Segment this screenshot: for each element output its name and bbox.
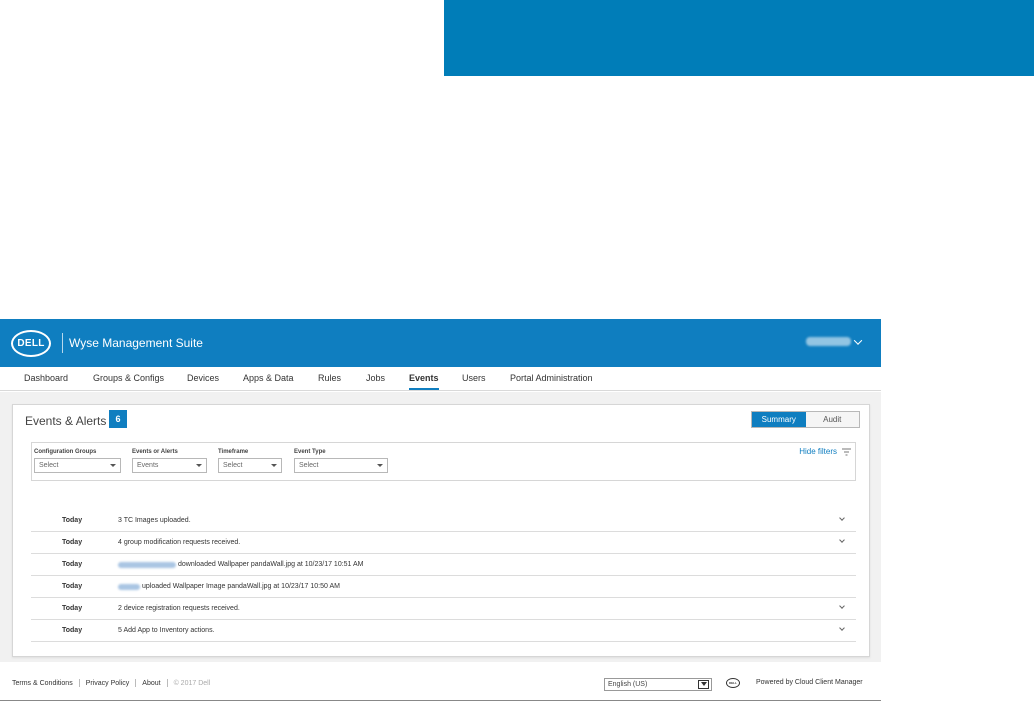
event-row[interactable]: Today 4 group modification requests rece… bbox=[31, 532, 856, 554]
event-message: uploaded Wallpaper Image pandaWall.jpg a… bbox=[142, 583, 340, 590]
chevron-down-icon[interactable] bbox=[839, 625, 845, 631]
hide-filters-label: Hide filters bbox=[799, 447, 837, 456]
event-message-wrap: uploaded Wallpaper Image pandaWall.jpg a… bbox=[118, 583, 340, 590]
footer: Terms & Conditions Privacy Policy About … bbox=[0, 674, 881, 701]
caret-down-icon bbox=[271, 464, 277, 467]
event-row: Today downloaded Wallpaper pandaWall.jpg… bbox=[31, 554, 856, 576]
view-toggle: Summary Audit bbox=[751, 411, 860, 428]
footer-separator bbox=[78, 679, 80, 687]
redacted-username bbox=[806, 337, 851, 346]
footer-links: Terms & Conditions Privacy Policy About … bbox=[12, 679, 210, 687]
filter-timeframe: Timeframe Select bbox=[218, 449, 282, 473]
nav-portal-administration[interactable]: Portal Administration bbox=[510, 373, 593, 390]
brand-divider bbox=[62, 333, 63, 353]
events-alerts-panel: Events & Alerts 6 Summary Audit Configur… bbox=[12, 404, 870, 657]
redacted-username bbox=[118, 583, 140, 590]
nav-jobs[interactable]: Jobs bbox=[366, 373, 385, 390]
nav-dashboard[interactable]: Dashboard bbox=[24, 373, 68, 390]
event-date: Today bbox=[62, 539, 83, 546]
copyright: © 2017 Dell bbox=[173, 679, 211, 687]
nav-events[interactable]: Events bbox=[409, 373, 439, 390]
event-type-select[interactable]: Select bbox=[294, 458, 388, 473]
audit-button[interactable]: Audit bbox=[805, 412, 859, 427]
event-message-wrap: downloaded Wallpaper pandaWall.jpg at 10… bbox=[118, 561, 364, 568]
event-message: 4 group modification requests received. bbox=[118, 539, 241, 546]
event-date: Today bbox=[62, 627, 83, 634]
chevron-down-icon[interactable] bbox=[839, 603, 845, 609]
terms-link[interactable]: Terms & Conditions bbox=[12, 680, 73, 687]
top-bar: DELL Wyse Management Suite bbox=[0, 319, 881, 367]
nav-rules[interactable]: Rules bbox=[318, 373, 341, 390]
filters-bar: Configuration Groups Select Events or Al… bbox=[31, 442, 856, 481]
event-date: Today bbox=[62, 605, 83, 612]
dropdown-arrow-icon bbox=[698, 680, 709, 689]
select-value: Select bbox=[223, 462, 243, 469]
powered-by-text: Powered by Cloud Client Manager bbox=[756, 679, 863, 686]
app-title: Wyse Management Suite bbox=[69, 336, 203, 350]
nav-devices[interactable]: Devices bbox=[187, 373, 219, 390]
chevron-down-icon[interactable] bbox=[839, 515, 845, 521]
filter-label: Timeframe bbox=[218, 449, 249, 455]
filter-icon bbox=[842, 448, 851, 455]
event-message: 2 device registration requests received. bbox=[118, 605, 240, 612]
filter-event-type: Event Type Select bbox=[294, 449, 388, 473]
caret-down-icon bbox=[110, 464, 116, 467]
event-row[interactable]: Today 5 Add App to Inventory actions. bbox=[31, 620, 856, 642]
main-nav: Dashboard Groups & Configs Devices Apps … bbox=[0, 367, 881, 391]
nav-groups-configs[interactable]: Groups & Configs bbox=[93, 373, 164, 390]
events-or-alerts-select[interactable]: Events bbox=[132, 458, 207, 473]
chevron-down-icon[interactable] bbox=[839, 537, 845, 543]
redacted-username bbox=[118, 561, 176, 568]
page-title: Events & Alerts bbox=[25, 414, 107, 428]
event-message: 5 Add App to Inventory actions. bbox=[118, 627, 215, 634]
language-select[interactable]: English (US) bbox=[604, 678, 712, 691]
filter-label: Events or Alerts bbox=[132, 449, 178, 455]
configuration-groups-select[interactable]: Select bbox=[34, 458, 121, 473]
nav-users[interactable]: Users bbox=[462, 373, 486, 390]
summary-button[interactable]: Summary bbox=[752, 412, 806, 427]
select-value: Select bbox=[299, 462, 319, 469]
privacy-link[interactable]: Privacy Policy bbox=[86, 680, 130, 687]
user-menu[interactable] bbox=[806, 335, 863, 346]
chevron-down-icon bbox=[853, 335, 863, 345]
filter-label: Configuration Groups bbox=[34, 449, 97, 455]
document-header-banner bbox=[444, 0, 1034, 76]
footer-separator bbox=[166, 679, 168, 687]
caret-down-icon bbox=[377, 464, 383, 467]
event-date: Today bbox=[62, 561, 83, 568]
dell-logo-small: DELL bbox=[726, 678, 740, 688]
select-value: Events bbox=[137, 462, 159, 469]
dell-logo: DELL bbox=[11, 330, 51, 357]
filter-label: Event Type bbox=[294, 449, 326, 455]
language-value: English (US) bbox=[608, 681, 648, 688]
about-link[interactable]: About bbox=[142, 680, 160, 687]
nav-apps-data[interactable]: Apps & Data bbox=[243, 373, 294, 390]
select-value: Select bbox=[39, 462, 59, 469]
event-count-badge: 6 bbox=[109, 410, 127, 428]
event-row: Today uploaded Wallpaper Image pandaWall… bbox=[31, 576, 856, 598]
event-message: downloaded Wallpaper pandaWall.jpg at 10… bbox=[178, 561, 364, 568]
timeframe-select[interactable]: Select bbox=[218, 458, 282, 473]
filter-events-or-alerts: Events or Alerts Events bbox=[132, 449, 207, 473]
event-row[interactable]: Today 2 device registration requests rec… bbox=[31, 598, 856, 620]
wyse-management-app: DELL Wyse Management Suite Dashboard Gro… bbox=[0, 319, 881, 701]
filter-configuration-groups: Configuration Groups Select bbox=[34, 449, 121, 473]
event-date: Today bbox=[62, 517, 83, 524]
caret-down-icon bbox=[196, 464, 202, 467]
event-row[interactable]: Today 3 TC Images uploaded. bbox=[31, 510, 856, 532]
hide-filters-link[interactable]: Hide filters bbox=[799, 447, 851, 456]
footer-separator bbox=[135, 679, 137, 687]
event-message: 3 TC Images uploaded. bbox=[118, 517, 191, 524]
event-date: Today bbox=[62, 583, 83, 590]
